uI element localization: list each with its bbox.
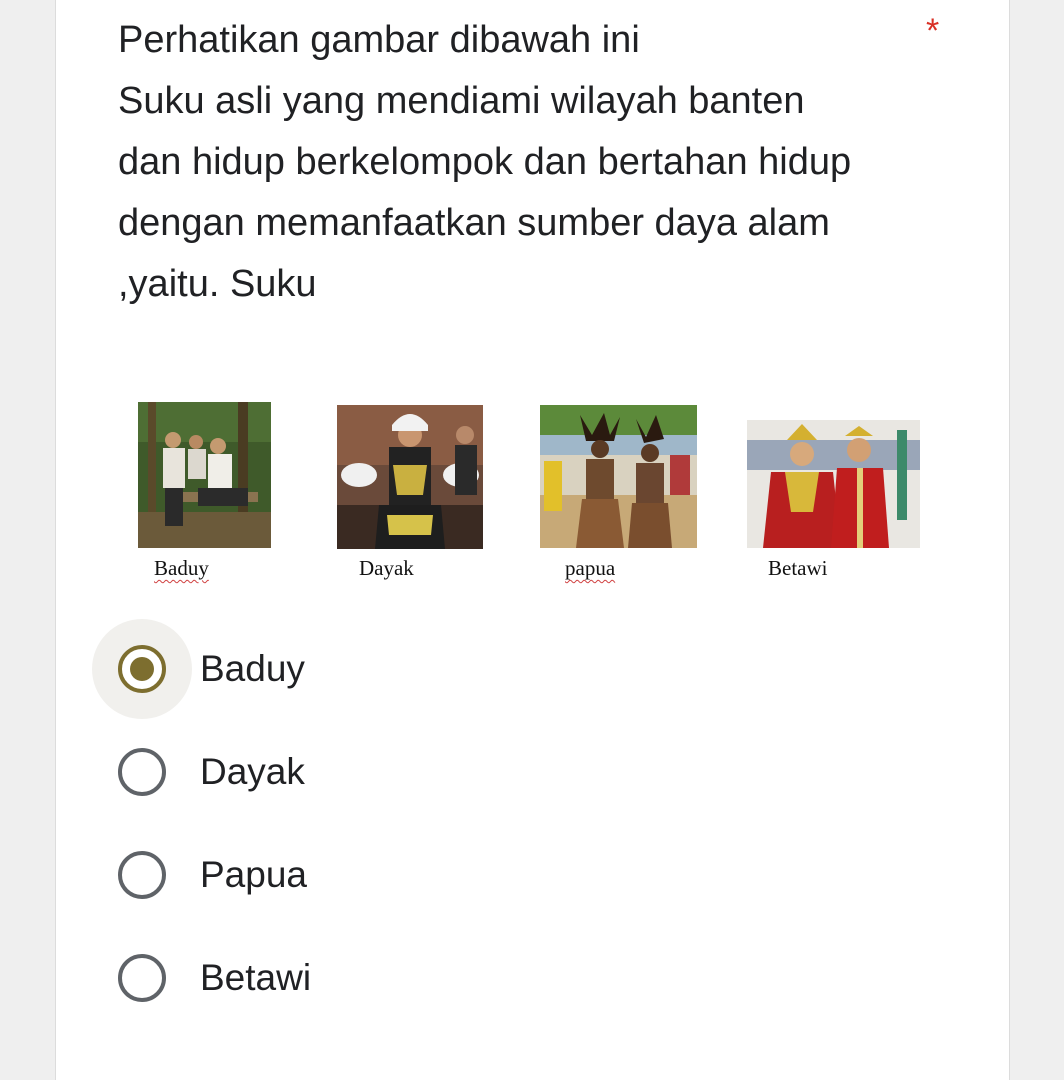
figure-caption: papua [565,556,616,580]
papua-photo [540,405,697,548]
option-baduy[interactable]: Baduy [92,619,592,719]
option-label: Papua [200,854,307,895]
question-line: Perhatikan gambar dibawah ini [118,19,640,61]
radio-unchecked-icon[interactable] [118,954,166,1002]
question-line: ,yaitu. Suku [118,263,317,305]
question-line: dan hidup berkelompok dan bertahan hidup [118,141,852,183]
option-dayak[interactable]: Dayak [92,722,592,822]
question-title: Perhatikan gambar dibawah ini Suku asli … [118,10,918,315]
figure-caption: Betawi [768,556,828,580]
required-asterisk: * [926,12,940,50]
question-image: Baduy Dayak papua Betawi [135,398,925,588]
option-label: Betawi [200,957,312,998]
option-betawi[interactable]: Betawi [92,928,592,1028]
figure-caption: Dayak [359,556,414,580]
option-label: Baduy [200,648,305,689]
option-label: Dayak [200,751,305,792]
question-line: Suku asli yang mendiami wilayah banten [118,80,805,122]
baduy-photo [138,402,271,548]
radio-dot [130,657,154,681]
betawi-photo [747,420,920,548]
question-line: dengan memanfaatkan sumber daya alam [118,202,830,244]
radio-unchecked-icon[interactable] [118,748,166,796]
dayak-photo [337,405,483,549]
option-papua[interactable]: Papua [92,825,592,925]
radio-unchecked-icon[interactable] [118,851,166,899]
radio-checked-icon[interactable] [118,645,166,693]
figure-caption: Baduy [154,556,209,580]
